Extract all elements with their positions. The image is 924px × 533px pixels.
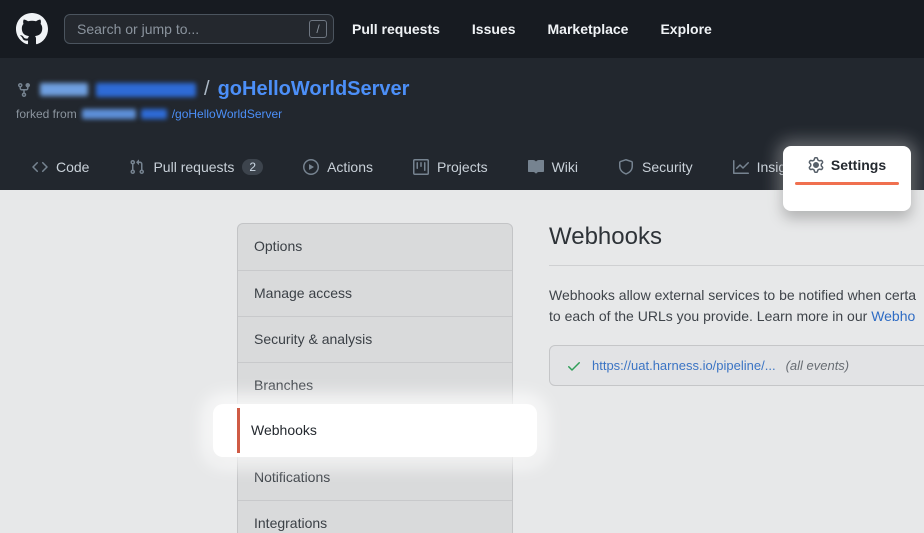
page-title: Webhooks — [549, 223, 924, 266]
sidebar-item-webhooks-highlighted[interactable]: Webhooks — [213, 404, 537, 457]
sidebar-item-integrations[interactable]: Integrations — [238, 500, 512, 533]
tab-security[interactable]: Security — [618, 159, 693, 175]
book-icon — [528, 159, 544, 175]
project-icon — [413, 159, 429, 175]
nav-issues[interactable]: Issues — [472, 21, 516, 37]
tab-label: Projects — [437, 159, 488, 175]
tab-label: Settings — [831, 157, 886, 173]
nav-explore[interactable]: Explore — [660, 21, 711, 37]
forked-from-label: forked from — [16, 107, 77, 121]
redacted-fork-owner — [82, 109, 136, 119]
webhooks-panel: Webhooks Webhooks allow external service… — [549, 223, 924, 386]
tab-label: Code — [56, 159, 89, 175]
nav-marketplace[interactable]: Marketplace — [548, 21, 629, 37]
pull-request-count-badge: 2 — [242, 159, 263, 175]
description-line-2: to each of the URLs you provide. Learn m… — [549, 306, 924, 327]
repo-forked-icon — [16, 82, 32, 98]
settings-sidebar: Options Manage access Security & analysi… — [237, 223, 513, 533]
selected-item-accent-bar — [237, 408, 240, 453]
tab-code[interactable]: Code — [32, 159, 89, 175]
tab-label: Security — [642, 159, 693, 175]
nav-pull-requests[interactable]: Pull requests — [352, 21, 440, 37]
forked-repo-link[interactable]: /goHelloWorldServer — [172, 107, 283, 121]
redacted-owner-name[interactable] — [96, 83, 196, 97]
tab-projects[interactable]: Projects — [413, 159, 488, 175]
forked-from-line: forked from /goHelloWorldServer — [16, 107, 282, 121]
repo-separator: / — [204, 78, 210, 101]
graph-icon — [733, 159, 749, 175]
sidebar-item-options[interactable]: Options — [238, 224, 512, 270]
sidebar-item-branches[interactable]: Branches — [238, 362, 512, 408]
shield-icon — [618, 159, 634, 175]
description-line-1: Webhooks allow external services to be n… — [549, 285, 924, 306]
sidebar-item-label: Webhooks — [251, 404, 317, 457]
search-input[interactable] — [64, 14, 334, 44]
slash-shortcut-key: / — [309, 20, 327, 38]
sidebar-item-security-analysis[interactable]: Security & analysis — [238, 316, 512, 362]
sidebar-item-notifications[interactable]: Notifications — [238, 454, 512, 500]
sidebar-item-manage-access[interactable]: Manage access — [238, 270, 512, 316]
selected-tab-underline — [795, 182, 899, 185]
play-circle-icon — [303, 159, 319, 175]
webhook-events-note: (all events) — [786, 358, 850, 373]
top-nav-links: Pull requests Issues Marketplace Explore — [352, 21, 712, 37]
webhook-url-link[interactable]: https://uat.harness.io/pipeline/... — [592, 358, 776, 373]
code-icon — [32, 159, 48, 175]
repo-title: / goHelloWorldServer — [16, 78, 409, 101]
redacted-fork-owner — [141, 109, 167, 119]
tab-settings-highlighted[interactable]: Settings — [783, 146, 911, 211]
check-icon — [566, 358, 582, 374]
redacted-owner-name[interactable] — [40, 83, 88, 96]
webhook-list-row[interactable]: https://uat.harness.io/pipeline/... (all… — [549, 345, 924, 386]
github-logo-icon[interactable] — [16, 13, 48, 45]
tab-label: Wiki — [552, 159, 578, 175]
repo-name-link[interactable]: goHelloWorldServer — [218, 78, 410, 101]
global-search: / — [64, 14, 334, 44]
tab-label: Pull requests — [153, 159, 234, 175]
github-repo-settings-page: / Pull requests Issues Marketplace Explo… — [0, 0, 924, 533]
top-navigation-bar: / Pull requests Issues Marketplace Explo… — [0, 0, 924, 58]
gear-icon — [808, 157, 824, 173]
tab-label: Actions — [327, 159, 373, 175]
webhooks-description: Webhooks allow external services to be n… — [549, 285, 924, 327]
webhooks-guide-link[interactable]: Webho — [871, 308, 915, 324]
pull-request-icon — [129, 159, 145, 175]
tab-wiki[interactable]: Wiki — [528, 159, 578, 175]
tab-pull-requests[interactable]: Pull requests 2 — [129, 159, 263, 175]
tab-actions[interactable]: Actions — [303, 159, 373, 175]
